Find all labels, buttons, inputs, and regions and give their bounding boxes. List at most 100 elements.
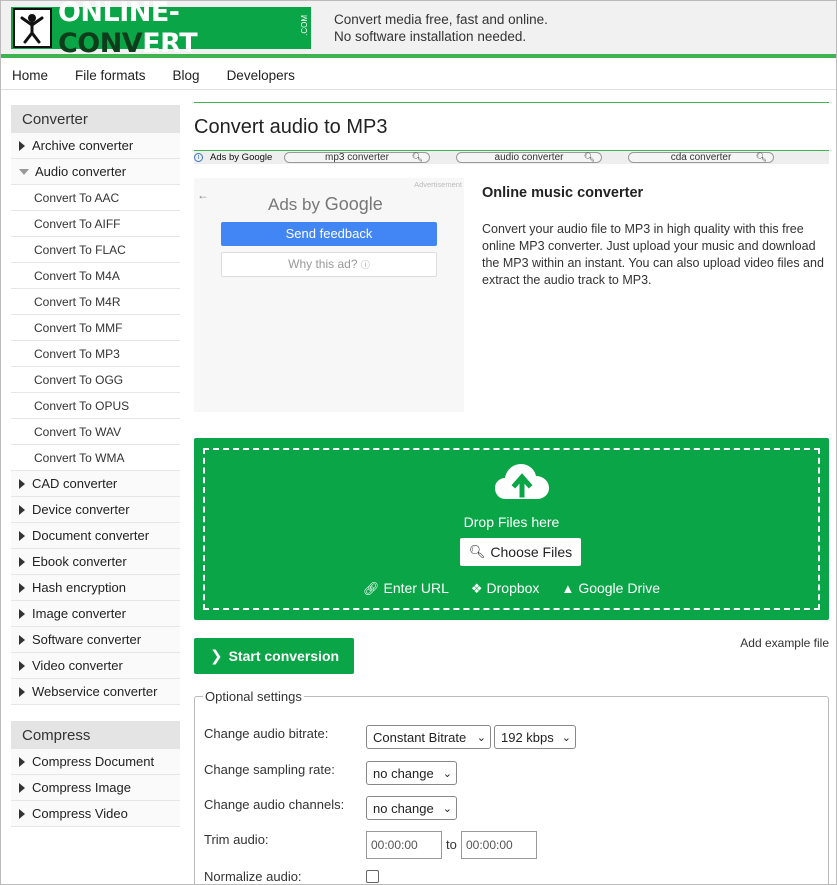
sampling-label: Change sampling rate: [204,762,335,777]
sidebar: Converter Archive converter Audio conver… [11,105,180,827]
cloud-upload-icon [495,464,549,499]
sidebar-sub-mmf[interactable]: Convert To MMF [11,315,180,341]
expand-arrow-icon [19,608,25,619]
enter-url-link[interactable]: 🔗︎ Enter URL [363,580,449,597]
normalize-checkbox[interactable] [366,870,379,883]
info-icon: ⓘ [360,260,370,270]
sidebar-sub-aac[interactable]: Convert To AAC [11,185,180,211]
expand-arrow-icon [19,582,25,593]
logo-figure-icon [13,8,52,48]
expand-arrow-icon [19,634,25,645]
logo-com: .COM [300,15,309,36]
sidebar-sub-flac[interactable]: Convert To FLAC [11,237,180,263]
sidebar-sub-ogg[interactable]: Convert To OGG [11,367,180,393]
sidebar-item-audio[interactable]: Audio converter [11,159,180,185]
site-logo[interactable]: ONLINE-CONVERT .COM [11,0,311,59]
sidebar-compress-title: Compress [11,721,180,749]
expand-arrow-icon [19,756,25,767]
search-icon: 🔍︎ [755,152,767,162]
info-heading: Online music converter [482,185,644,201]
trim-label: Trim audio: [204,832,269,847]
ad-pill-mp3-converter[interactable]: mp3 converter 🔍︎ [284,152,430,163]
ad-pill-audio-converter[interactable]: audio converter 🔍︎ [456,152,602,163]
nav-file-formats[interactable]: File formats [75,68,146,83]
expand-arrow-icon [19,478,25,489]
sidebar-item-compress-image[interactable]: Compress Image [11,775,180,801]
expand-arrow-icon [19,686,25,697]
nav-blog[interactable]: Blog [173,68,200,83]
tagline: Convert media free, fast and online. No … [334,12,548,44]
drop-files-text: Drop Files here [463,514,560,530]
chevron-down-icon: ⌄ [561,732,571,744]
add-example-file-link[interactable]: Add example file [740,636,829,650]
search-icon: 🔍︎ [583,152,595,162]
info-text: Convert your audio file to MP3 in high q… [482,222,824,287]
sidebar-item-image[interactable]: Image converter [11,601,180,627]
sidebar-item-ebook[interactable]: Ebook converter [11,549,180,575]
sidebar-sub-aiff[interactable]: Convert To AIFF [11,211,180,237]
drop-zone[interactable]: Drop Files here 🔍︎ Choose Files 🔗︎ Enter U… [194,438,829,620]
trim-end-input[interactable]: 00:00:00 [461,831,537,859]
sampling-rate-select[interactable]: no change ⌄ [366,761,457,785]
audio-channels-select[interactable]: no change ⌄ [366,796,457,820]
site-header: ONLINE-CONVERT .COM Convert media free, … [1,0,836,59]
ad-link-bar: i Ads by Google mp3 converter 🔍︎ audio co… [194,150,829,164]
expand-arrow-icon [19,808,25,819]
chevron-down-icon: ⌄ [442,768,452,780]
sidebar-sub-m4a[interactable]: Convert To M4A [11,263,180,289]
choose-files-button[interactable]: 🔍︎ Choose Files [460,538,581,566]
expand-arrow-icon [19,504,25,515]
sidebar-converter-title: Converter [11,105,180,133]
sidebar-item-compress-document[interactable]: Compress Document [11,749,180,775]
page-title: Convert audio to MP3 [194,116,388,138]
trim-to-label: to [446,837,457,852]
google-drive-icon: ▲ [561,581,575,596]
sidebar-item-cad[interactable]: CAD converter [11,471,180,497]
expand-arrow-icon [19,782,25,793]
sidebar-item-video[interactable]: Video converter [11,653,180,679]
sidebar-item-document[interactable]: Document converter [11,523,180,549]
normalize-label: Normalize audio: [204,869,302,884]
expand-arrow-icon [19,660,25,671]
start-conversion-button[interactable]: ❯ Start conversion [194,638,354,674]
bitrate-mode-select[interactable]: Constant Bitrate ⌄ [366,725,491,749]
main-nav: Home File formats Blog Developers [1,62,836,90]
ad-box: Advertisement ← Ads by Google Send feedb… [194,178,464,412]
trim-start-input[interactable]: 00:00:00 [366,831,442,859]
collapse-arrow-icon [19,168,29,175]
nav-home[interactable]: Home [12,68,48,83]
sidebar-item-software[interactable]: Software converter [11,627,180,653]
nav-developers[interactable]: Developers [227,68,295,83]
sidebar-sub-wav[interactable]: Convert To WAV [11,419,180,445]
sidebar-sub-m4r[interactable]: Convert To M4R [11,289,180,315]
sidebar-item-device[interactable]: Device converter [11,497,180,523]
dropbox-link[interactable]: ❖ Dropbox [471,580,540,597]
bitrate-value-select[interactable]: 192 kbps ⌄ [494,725,576,749]
sidebar-item-archive[interactable]: Archive converter [11,133,180,159]
drop-zone-border: Drop Files here 🔍︎ Choose Files 🔗︎ Enter U… [203,448,820,610]
sidebar-sub-mp3[interactable]: Convert To MP3 [11,341,180,367]
sidebar-sub-opus[interactable]: Convert To OPUS [11,393,180,419]
chevron-right-icon: ❯ [210,648,223,665]
sidebar-sub-wma[interactable]: Convert To WMA [11,445,180,471]
why-this-ad-button[interactable]: Why this ad? ⓘ [221,252,437,277]
chevron-down-icon: ⌄ [442,803,452,815]
advertisement-label: Advertisement [414,180,462,189]
ad-info-icon[interactable]: i [194,153,203,162]
sidebar-item-webservice[interactable]: Webservice converter [11,679,180,705]
expand-arrow-icon [19,556,25,567]
search-icon: 🔍︎ [411,152,423,162]
search-icon: 🔍︎ [468,544,486,559]
ad-pill-cda-converter[interactable]: cda converter 🔍︎ [628,152,774,163]
expand-arrow-icon [19,530,25,541]
divider [194,102,829,103]
sidebar-item-hash[interactable]: Hash encryption [11,575,180,601]
sidebar-item-compress-video[interactable]: Compress Video [11,801,180,827]
optional-settings: Optional settings Change audio bitrate: … [194,689,829,885]
google-drive-link[interactable]: ▲ Google Drive [561,580,660,597]
back-arrow-icon[interactable]: ← [197,188,209,202]
bitrate-label: Change audio bitrate: [204,726,329,741]
expand-arrow-icon [19,140,25,151]
send-feedback-button[interactable]: Send feedback [221,222,437,246]
channels-label: Change audio channels: [204,797,345,812]
